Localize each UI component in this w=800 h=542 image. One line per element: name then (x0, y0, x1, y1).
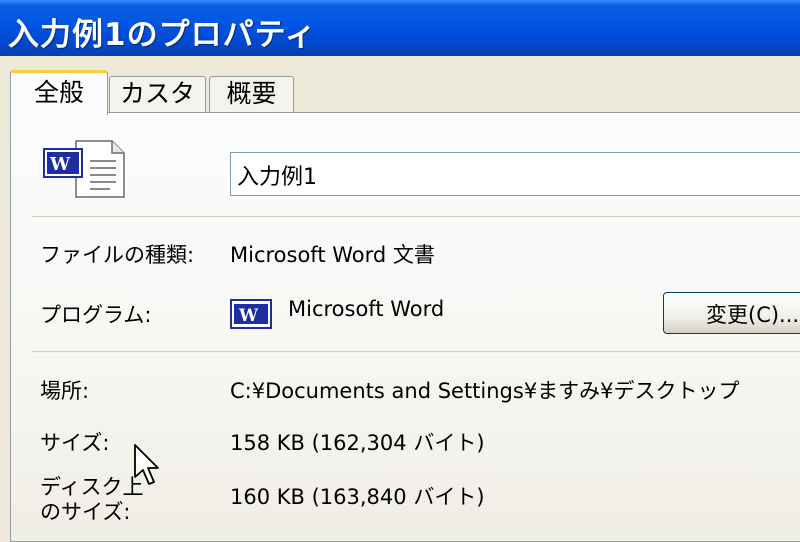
tab-general-label: 全般 (33, 78, 84, 107)
tab-custom[interactable]: カスタム (109, 76, 206, 142)
tab-summary[interactable]: 概要 (209, 76, 294, 112)
tab-summary-label: 概要 (226, 79, 277, 108)
title-bar[interactable]: 入力例1のプロパティ (0, 0, 800, 56)
window-title: 入力例1のプロパティ (8, 17, 317, 53)
change-program-button[interactable]: 変更(C)... (663, 292, 800, 334)
tab-general[interactable]: 全般 (10, 70, 108, 115)
file-name-input[interactable]: 入力例1 (230, 152, 800, 196)
